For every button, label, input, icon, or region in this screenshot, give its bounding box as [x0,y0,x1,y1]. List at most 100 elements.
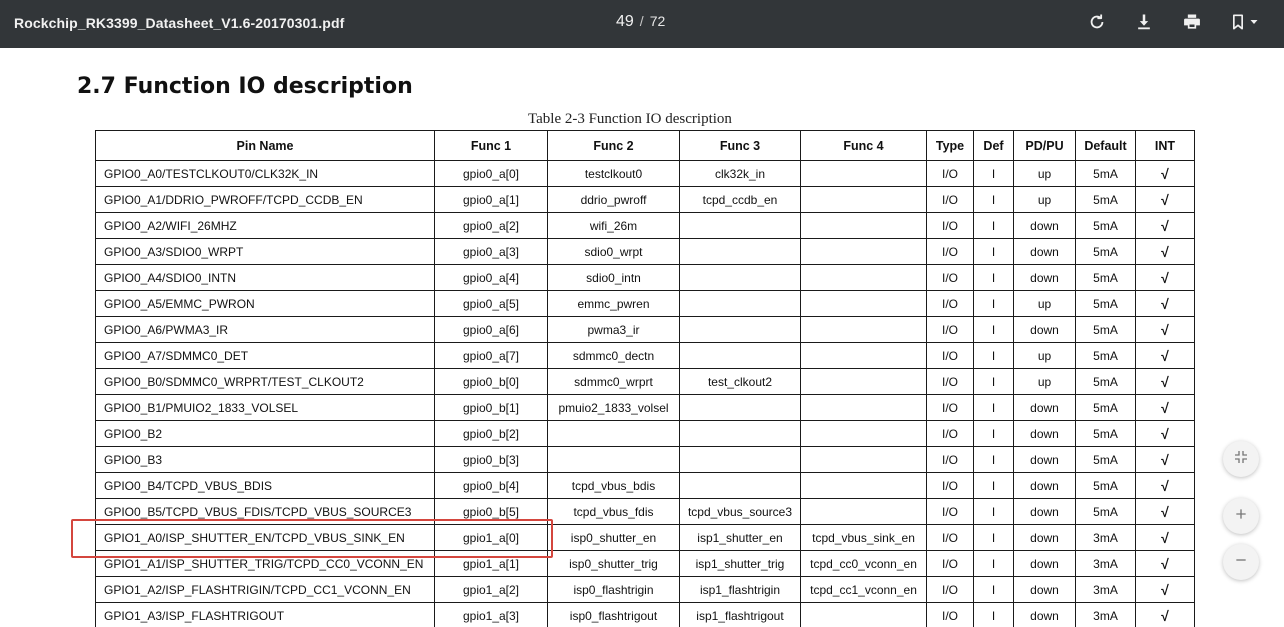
column-header: Func 3 [679,130,801,161]
table-cell: up [1013,160,1076,187]
table-cell: isp0_shutter_trig [547,550,680,577]
table-row: GPIO0_A0/TESTCLKOUT0/CLK32K_IN gpio0_a[0]… [95,160,1195,187]
pdf-toolbar: Rockchip_RK3399_Datasheet_V1.6-20170301.… [0,0,1284,48]
function-io-table: Pin Name Func 1 Func 2 Func 3 Func 4 Type Def P… [95,130,1195,627]
zoom-in-button[interactable] [1223,498,1259,534]
table-cell [800,368,927,395]
table-cell: isp1_flashtrigout [679,602,801,627]
table-cell [679,342,801,369]
zoom-out-button[interactable] [1223,544,1259,580]
table-cell [679,420,801,447]
column-header: Func 1 [434,130,548,161]
table-cell: I [973,316,1014,343]
table-cell: 3mA [1075,602,1136,627]
table-cell: 5mA [1075,186,1136,213]
table-cell: sdmmc0_dectn [547,342,680,369]
current-page-input[interactable]: 49 [616,13,634,30]
table-cell [800,446,927,473]
table-row: GPIO1_A2/ISP_FLASHTRIGIN/TCPD_CC1_VCONN_… [95,576,1195,603]
table-cell [800,160,927,187]
table-row: GPIO1_A0/ISP_SHUTTER_EN/TCPD_VBUS_SINK_E… [95,524,1195,551]
table-cell: I [973,472,1014,499]
table-row: GPIO0_A5/EMMC_PWRON gpio0_a[5] emmc_pwren I… [95,290,1195,317]
file-title: Rockchip_RK3399_Datasheet_V1.6-20170301.… [14,15,345,31]
table-cell: I [973,290,1014,317]
table-cell: down [1013,498,1076,525]
pin-name-cell: GPIO0_A7/SDMMC0_DET [95,342,435,369]
table-cell: I/O [926,160,974,187]
column-header: Pin Name [95,130,435,161]
table-cell: 5mA [1075,446,1136,473]
table-cell [800,238,927,265]
table-cell: gpio0_a[4] [434,264,548,291]
pin-name-cell: GPIO0_B3 [95,446,435,473]
table-cell: I/O [926,264,974,291]
table-cell [679,316,801,343]
table-row: GPIO0_A6/PWMA3_IR gpio0_a[6] pwma3_ir I/O Id… [95,316,1195,343]
table-cell: clk32k_in [679,160,801,187]
fit-page-button[interactable] [1223,441,1259,477]
zoom-out-icon [1233,552,1249,573]
table-cell: tcpd_vbus_bdis [547,472,680,499]
table-cell: gpio0_a[2] [434,212,548,239]
table-cell: isp0_flashtrigin [547,576,680,603]
table-cell: √ [1135,576,1195,603]
table-header-row: Pin Name Func 1 Func 2 Func 3 Func 4 Type Def P… [95,130,1195,161]
table-cell: tcpd_cc1_vconn_en [800,576,927,603]
download-icon [1134,12,1154,37]
table-cell: √ [1135,264,1195,291]
table-cell [679,472,801,499]
column-header: INT [1135,130,1195,161]
table-cell: √ [1135,160,1195,187]
table-cell: √ [1135,290,1195,317]
pin-name-cell: GPIO0_B1/PMUIO2_1833_VOLSEL [95,394,435,421]
column-header: Type [926,130,974,161]
table-row: GPIO0_B5/TCPD_VBUS_FDIS/TCPD_VBUS_SOURCE… [95,498,1195,525]
download-button[interactable] [1130,10,1158,38]
bookmark-icon [1228,12,1248,37]
table-cell: 5mA [1075,316,1136,343]
table-cell: I [973,342,1014,369]
table-cell: I/O [926,576,974,603]
table-cell: I [973,264,1014,291]
table-cell: I/O [926,550,974,577]
table-cell: 5mA [1075,212,1136,239]
table-cell: I/O [926,238,974,265]
page-indicator: 49 / 72 [616,13,665,31]
page-separator: / [639,13,644,29]
table-cell [547,420,680,447]
table-cell: √ [1135,212,1195,239]
table-cell: isp0_shutter_en [547,524,680,551]
table-cell: I/O [926,316,974,343]
table-cell: gpio1_a[1] [434,550,548,577]
pin-name-cell: GPIO1_A3/ISP_FLASHTRIGOUT [95,602,435,627]
pin-name-cell: GPIO0_B2 [95,420,435,447]
table-cell: up [1013,186,1076,213]
rotate-button[interactable] [1083,10,1111,38]
table-cell: 5mA [1075,238,1136,265]
table-cell: √ [1135,342,1195,369]
table-cell: test_clkout2 [679,368,801,395]
table-cell: down [1013,264,1076,291]
table-cell [800,602,927,627]
table-cell: tcpd_ccdb_en [679,186,801,213]
pin-name-cell: GPIO0_A6/PWMA3_IR [95,316,435,343]
table-cell: ddrio_pwroff [547,186,680,213]
table-cell: gpio0_b[5] [434,498,548,525]
table-cell: down [1013,446,1076,473]
table-cell: I/O [926,212,974,239]
table-cell [800,316,927,343]
bookmark-button[interactable] [1228,10,1266,38]
table-cell: I [973,160,1014,187]
table-cell [800,420,927,447]
print-button[interactable] [1178,10,1206,38]
table-cell: I [973,238,1014,265]
pin-name-cell: GPIO0_A5/EMMC_PWRON [95,290,435,317]
table-cell: I [973,394,1014,421]
table-cell: √ [1135,238,1195,265]
table-cell: testclkout0 [547,160,680,187]
section-heading: 2.7 Function IO description [77,74,413,99]
fit-page-icon [1233,449,1249,470]
table-row: GPIO0_B3 gpio0_b[3] I/O Idown 5mA √ [95,446,1195,473]
pin-name-cell: GPIO0_B0/SDMMC0_WRPRT/TEST_CLKOUT2 [95,368,435,395]
